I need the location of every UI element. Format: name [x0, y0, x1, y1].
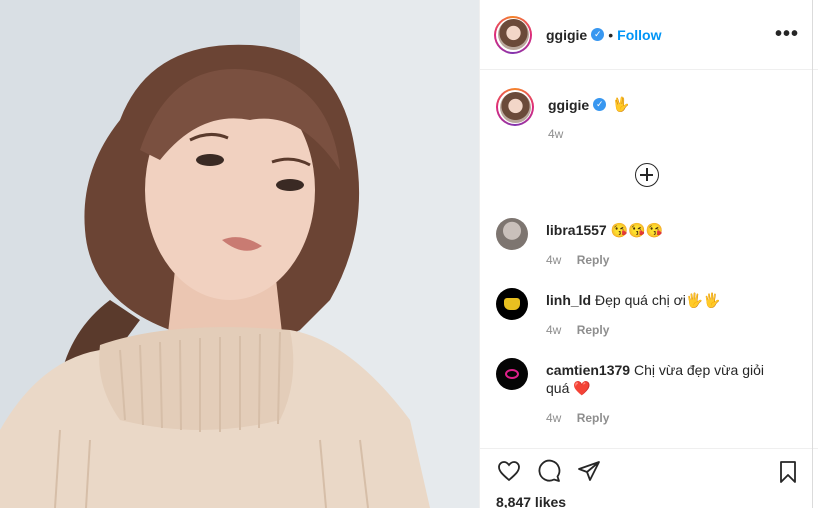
- avatar-image: [497, 19, 529, 50]
- avatar[interactable]: [494, 15, 532, 54]
- comment-time[interactable]: 4w: [546, 253, 561, 267]
- comment-time[interactable]: 4w: [546, 323, 561, 337]
- comment-text: Đẹp quá chị ơi🖐🖐: [595, 292, 721, 308]
- plus-circle-icon[interactable]: [635, 163, 659, 187]
- separator-dot: •: [608, 26, 614, 43]
- caption: ggigie ✓ 🖖 4w: [496, 88, 630, 141]
- heart-icon[interactable]: [496, 459, 522, 483]
- verified-badge-icon: ✓: [591, 28, 605, 41]
- post-actions: 8,847 likes: [480, 448, 818, 508]
- caption-avatar-image: [499, 91, 531, 123]
- caption-time[interactable]: 4w: [548, 127, 630, 141]
- caption-text: 🖖: [612, 96, 630, 112]
- comment-username[interactable]: libra1557: [546, 222, 607, 238]
- comment-username[interactable]: camtien1379: [546, 362, 630, 378]
- comment-text: 😘😘😘: [610, 222, 663, 238]
- post-side-panel: ggigie ✓ • Follow ••• ggigie ✓ 🖖 4w libr…: [479, 0, 818, 508]
- scrollbar-edge: [812, 0, 813, 508]
- reply-button[interactable]: Reply: [577, 411, 610, 425]
- comment-username[interactable]: linh_ld: [546, 292, 591, 308]
- comment-icon[interactable]: [536, 459, 562, 483]
- comment-time[interactable]: 4w: [546, 411, 561, 425]
- comment-avatar[interactable]: [496, 218, 528, 250]
- more-horizontal-icon[interactable]: •••: [775, 24, 799, 44]
- caption-avatar[interactable]: [496, 88, 534, 126]
- post-photo[interactable]: [0, 0, 479, 508]
- comment-avatar[interactable]: [496, 288, 528, 320]
- bookmark-icon[interactable]: [776, 459, 800, 485]
- verified-badge-icon: ✓: [593, 98, 607, 111]
- paper-plane-icon[interactable]: [576, 459, 602, 483]
- follow-button[interactable]: Follow: [617, 27, 661, 43]
- post-header: ggigie ✓ • Follow •••: [480, 0, 818, 70]
- header-username[interactable]: ggigie: [546, 27, 587, 43]
- portrait-illustration: [0, 0, 479, 508]
- caption-username[interactable]: ggigie: [548, 97, 589, 113]
- likes-count[interactable]: 8,847 likes: [496, 494, 566, 508]
- comment-avatar[interactable]: [496, 358, 528, 390]
- reply-button[interactable]: Reply: [577, 323, 610, 337]
- reply-button[interactable]: Reply: [577, 253, 610, 267]
